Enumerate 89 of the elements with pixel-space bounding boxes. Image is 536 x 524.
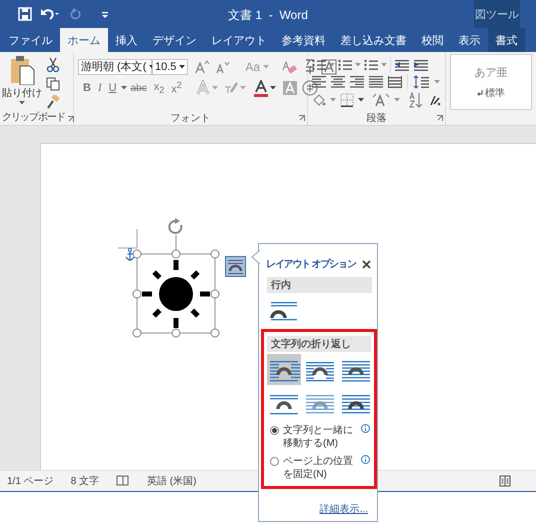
- dialog-launcher-icon[interactable]: [299, 115, 305, 122]
- style-name: 標準: [485, 86, 505, 100]
- popup-title: レイアウト オプション: [266, 257, 356, 271]
- section-heading: 行内: [267, 277, 372, 293]
- distributed-icon[interactable]: [388, 76, 402, 88]
- resize-handle[interactable]: [132, 250, 142, 258]
- radio-button[interactable]: [270, 426, 279, 435]
- ribbon-tab[interactable]: 参考資料: [274, 28, 333, 52]
- save-icon[interactable]: [18, 7, 32, 21]
- borders-icon[interactable]: [340, 92, 354, 107]
- resize-handle[interactable]: [172, 328, 180, 338]
- style-sample: あア亜: [474, 64, 508, 80]
- proofing-book-icon[interactable]: [116, 475, 130, 487]
- resize-handle[interactable]: [210, 328, 220, 338]
- format-button[interactable]: x$^{2}$: [168, 80, 185, 96]
- ribbon-tab[interactable]: 書式: [488, 28, 525, 52]
- resize-handle[interactable]: [132, 328, 142, 338]
- format-button[interactable]: x$_{2}$: [150, 81, 168, 96]
- copy-icon[interactable]: [46, 77, 60, 91]
- format-button[interactable]: I: [94, 82, 105, 94]
- ribbon-tab[interactable]: レイアウト: [204, 28, 274, 52]
- multilevel-list-icon[interactable]: [364, 58, 378, 71]
- format-button[interactable]: U: [106, 82, 120, 94]
- status-item: 8 文字: [70, 474, 100, 488]
- font-size-field[interactable]: 10.5: [152, 58, 188, 75]
- justify-icon[interactable]: [369, 76, 383, 88]
- align-left-icon[interactable]: [312, 76, 326, 88]
- paint-bucket-icon[interactable]: [312, 92, 326, 107]
- status-item: 英語 (米国): [147, 474, 196, 488]
- ribbon-tab[interactable]: 挿入: [108, 28, 145, 52]
- asian-layout-icon[interactable]: [372, 92, 390, 107]
- details-link[interactable]: 詳細表示...: [320, 502, 368, 516]
- format-button[interactable]: abc: [128, 82, 150, 94]
- increase-indent-icon[interactable]: [413, 58, 429, 71]
- info-icon: [361, 424, 370, 433]
- resize-handle[interactable]: [210, 290, 220, 298]
- wrap-option[interactable]: [267, 354, 301, 385]
- dialog-launcher-icon[interactable]: [68, 116, 74, 122]
- undo-icon[interactable]: [40, 7, 60, 21]
- window-title: 文書 1 - Word: [228, 7, 308, 24]
- ribbon-tab[interactable]: ファイル: [1, 28, 60, 52]
- paste-button[interactable]: 貼り付け: [2, 55, 42, 109]
- margin-corner-mark: [118, 228, 138, 248]
- info-icon: [361, 455, 370, 464]
- group-label: フォント: [170, 112, 210, 125]
- character-border-icon[interactable]: [321, 58, 338, 75]
- grow-font-icon[interactable]: [194, 60, 210, 74]
- enclosed-character-icon[interactable]: [302, 80, 318, 96]
- resize-handle[interactable]: [172, 250, 180, 258]
- context-tab-group: 図ツール: [474, 0, 520, 28]
- ribbon-tab[interactable]: 校閲: [414, 28, 451, 52]
- paragraph-mark-icon: [477, 90, 483, 96]
- dialog-launcher-icon[interactable]: [437, 115, 443, 121]
- clear-format-icon[interactable]: [281, 58, 298, 75]
- clipboard-icon: [9, 55, 35, 85]
- ribbon-tab[interactable]: 差し込み文書: [333, 28, 414, 52]
- group-label: クリップボード: [2, 110, 65, 124]
- sun-drawing: [142, 260, 210, 328]
- ribbon-tab[interactable]: 表示: [451, 28, 488, 52]
- radio-button[interactable]: [270, 457, 279, 466]
- rotate-handle[interactable]: [168, 218, 182, 234]
- style-gallery[interactable]: あア亜 標準: [450, 54, 532, 110]
- align-center-icon[interactable]: [331, 76, 345, 88]
- group-label: 段落: [366, 112, 386, 124]
- numbered-list-icon[interactable]: [338, 58, 352, 71]
- resize-handle[interactable]: [132, 290, 142, 298]
- brush-icon[interactable]: [46, 95, 60, 109]
- font-name-field[interactable]: 游明朝 (本文(: [78, 58, 152, 75]
- sort-icon[interactable]: [408, 92, 424, 108]
- format-button[interactable]: B: [80, 82, 94, 94]
- font-color-icon[interactable]: [252, 80, 269, 97]
- close-icon[interactable]: [362, 260, 371, 268]
- section-heading: 文字列の折り返し: [267, 336, 371, 352]
- shrink-font-icon[interactable]: [214, 60, 230, 74]
- bullet-list-icon[interactable]: [312, 58, 326, 71]
- scissors-icon[interactable]: [46, 57, 60, 73]
- read-mode-icon[interactable]: [499, 475, 511, 487]
- customize-icon[interactable]: [100, 9, 110, 19]
- decrease-indent-icon[interactable]: [394, 58, 410, 71]
- resize-handle[interactable]: [210, 250, 220, 258]
- line-spacing-icon[interactable]: [413, 75, 429, 90]
- status-item: 1/1 ページ: [7, 475, 54, 488]
- align-right-icon[interactable]: [350, 76, 364, 88]
- radio-label: 文字列と一緒に移動する(M): [283, 424, 354, 450]
- anchor-icon: [125, 248, 135, 262]
- radio-label: ページ上の位置を固定(N): [283, 455, 354, 481]
- ribbon-tab[interactable]: デザイン: [145, 28, 204, 52]
- ribbon-tab[interactable]: ホーム: [60, 28, 108, 52]
- layout-options-button[interactable]: [225, 256, 246, 277]
